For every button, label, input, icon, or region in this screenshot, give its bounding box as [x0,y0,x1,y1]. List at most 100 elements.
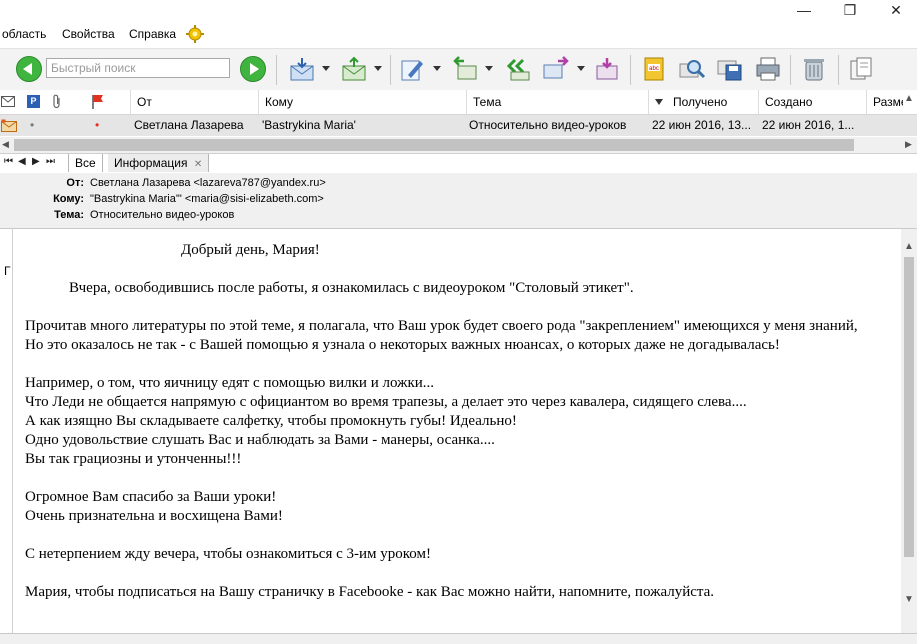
column-created[interactable]: Создано [758,90,866,114]
compose-icon[interactable] [398,55,426,83]
table-row[interactable]: • • Светлана Лазарева 'Bastrykina Maria'… [0,115,917,136]
message-body-text: Добрый день, Мария! Вчера, освободившись… [25,241,885,602]
menu-area[interactable]: область [2,27,46,41]
find-icon[interactable] [678,55,706,83]
subject-value: Относительно видео-уроков [90,209,235,221]
column-received-label: Получено [673,95,728,109]
body-line: Например, о том, что яичницу едят с помо… [25,375,435,391]
body-line: Вчера, освободившись после работы, я озн… [69,280,634,296]
scroll-up-icon[interactable]: ▲ [904,241,914,252]
reply-icon[interactable] [450,55,478,83]
redirect-icon[interactable] [594,55,622,83]
reply-dropdown-icon[interactable] [485,66,493,71]
priority-icon[interactable]: P [27,95,40,108]
spellcheck-icon[interactable]: abc [640,55,668,83]
prev-page-icon[interactable]: ◀ [18,156,26,167]
message-header-pane: От: Светлана Лазарева <lazareva787@yande… [0,173,917,229]
toolbar-separator [390,55,391,85]
menu-help[interactable]: Справка [129,27,176,41]
close-button[interactable]: ✕ [886,2,906,20]
scroll-right-icon[interactable]: ▶ [905,139,912,150]
priority-dot: • [30,118,35,132]
message-body-pane[interactable]: Добрый день, Мария! Вчера, освободившись… [12,229,902,633]
column-subject[interactable]: Тема [466,90,648,114]
gear-icon[interactable] [186,25,204,43]
row-received: 22 июн 2016, 13... [652,118,752,132]
last-page-icon[interactable]: ⏭ [46,156,55,167]
address-book-icon[interactable] [848,55,876,83]
svg-text:abc: abc [649,66,659,72]
receive-dropdown-icon[interactable] [322,66,330,71]
send-dropdown-icon[interactable] [374,66,382,71]
status-bar [0,633,917,644]
row-from: Светлана Лазарева [134,118,244,132]
row-subject: Относительно видео-уроков [469,118,627,132]
scroll-left-icon[interactable]: ◀ [2,139,9,150]
column-to[interactable]: Кому [258,90,466,114]
row-to: 'Bastrykina Maria' [262,118,356,132]
print-icon[interactable] [754,55,782,83]
first-page-icon[interactable]: ⏮ [4,156,13,167]
restore-button[interactable]: ❐ [840,2,860,20]
side-letter: Г [4,264,11,278]
compose-dropdown-icon[interactable] [433,66,441,71]
column-size[interactable]: Разме [866,90,903,114]
back-icon[interactable] [16,56,42,82]
body-line: Прочитав много литературы по этой теме, … [25,318,858,334]
menu-properties[interactable]: Свойства [62,27,115,41]
toolbar-separator [276,55,277,85]
body-line: Очень признательна и восхищена Вами! [25,508,283,524]
forward-dropdown-icon[interactable] [577,66,585,71]
attachment-icon[interactable] [51,94,63,109]
body-line: Вы так грациозны и утонченны!!! [25,451,242,467]
horizontal-scrollbar[interactable]: ◀ ▶ [0,137,917,153]
scrollbar-thumb[interactable] [14,139,854,151]
scroll-up-icon[interactable]: ▲ [904,93,914,104]
toolbar-separator [630,55,631,85]
toolbar-separator [790,55,791,85]
greeting: Добрый день, Мария! [181,242,320,258]
receive-mail-icon[interactable] [288,55,316,83]
save-icon[interactable] [716,55,744,83]
close-tab-icon[interactable]: ✕ [194,159,202,170]
body-line: С нетерпением жду вечера, чтобы ознакоми… [25,546,432,562]
vertical-scrollbar[interactable]: ▲ ▼ [901,229,917,633]
next-page-icon[interactable]: ▶ [32,156,40,167]
body-line: Одно удовольствие слушать Вас и наблюдат… [25,432,495,448]
sort-desc-icon [655,99,663,105]
from-value[interactable]: Светлана Лазарева <lazareva787@yandex.ru… [90,177,326,189]
scroll-down-icon[interactable]: ▼ [904,594,914,605]
tab-bar: ⏮ ◀ ▶ ⏭ Все Информация ✕ [0,153,917,174]
forward-icon[interactable] [542,55,570,83]
trash-icon[interactable] [800,55,828,83]
column-from[interactable]: От [130,90,258,114]
row-created: 22 июн 2016, 1... [762,118,855,132]
envelope-icon[interactable] [1,95,15,108]
tab-info-label: Информация [114,156,188,170]
body-line: Но это оказалось не так - с Вашей помощь… [25,337,780,353]
body-line: Огромное Вам спасибо за Ваши уроки! [25,489,277,505]
scrollbar-thumb[interactable] [904,257,914,557]
column-received[interactable]: Получено [648,90,758,114]
tab-info[interactable]: Информация ✕ [108,154,210,172]
flag-dot: • [95,118,100,132]
body-line: Мария, чтобы подписаться на Вашу странич… [25,584,715,600]
quick-search-input[interactable] [46,58,230,78]
send-mail-icon[interactable] [340,55,368,83]
reply-all-icon[interactable] [503,55,531,83]
toolbar-separator [838,55,839,85]
minimize-button[interactable]: — [794,2,814,20]
from-label: От: [66,177,84,189]
search-go-icon[interactable] [240,56,266,82]
tab-all[interactable]: Все [68,154,103,172]
flag-icon[interactable] [91,94,105,109]
to-label: Кому: [53,193,84,205]
toolbar: abc [0,48,917,92]
to-value[interactable]: "Bastrykina Maria'" <maria@sisi-elizabet… [90,193,324,205]
message-list-header: P От Кому Тема Получено Создано Разме ▲ [0,90,917,115]
